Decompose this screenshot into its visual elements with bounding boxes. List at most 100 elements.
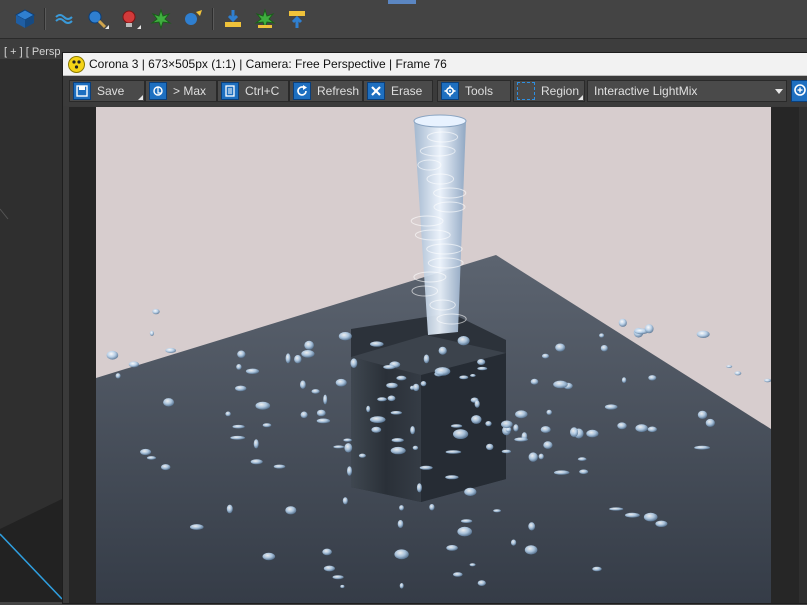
- water-droplet: [235, 385, 247, 392]
- water-droplet: [396, 375, 407, 381]
- save-button[interactable]: Save: [69, 80, 145, 102]
- render-active-icon[interactable]: [180, 6, 206, 32]
- water-droplet: [366, 405, 371, 413]
- water-droplet: [514, 437, 528, 442]
- water-droplet: [128, 361, 140, 368]
- water-droplet: [237, 350, 246, 358]
- refresh-button[interactable]: Refresh: [289, 80, 363, 102]
- tools-button[interactable]: Tools: [437, 80, 511, 102]
- water-droplet: [697, 410, 708, 419]
- viewport-scene: [0, 59, 63, 602]
- water-droplet: [140, 448, 152, 456]
- water-droplet: [524, 545, 538, 555]
- vfb-scrollbar[interactable]: [799, 107, 807, 603]
- water-droplet: [617, 422, 627, 430]
- water-droplet: [471, 415, 482, 424]
- water-droplet: [470, 374, 476, 377]
- water-droplet: [236, 364, 242, 370]
- water-droplet: [386, 382, 398, 389]
- erase-button[interactable]: Erase: [363, 80, 433, 102]
- water-droplet: [230, 435, 246, 440]
- water-droplet: [163, 398, 175, 407]
- water-droplet: [445, 450, 462, 454]
- water-droplet: [369, 416, 386, 423]
- copy-button[interactable]: Ctrl+C: [217, 80, 289, 102]
- water-droplet: [304, 340, 314, 350]
- water-droplet: [161, 464, 171, 471]
- water-droplet: [399, 505, 404, 511]
- water-droplet: [453, 572, 463, 577]
- water-droplet: [429, 504, 435, 511]
- water-droplet: [438, 346, 447, 355]
- water-droplet: [538, 453, 544, 460]
- water-droplet: [300, 411, 308, 419]
- water-droplet: [530, 378, 539, 385]
- water-droplet: [609, 507, 624, 511]
- render-download-icon[interactable]: [220, 6, 246, 32]
- water-droplet: [592, 566, 602, 572]
- toolbar-separator: [212, 8, 214, 30]
- water-droplet: [394, 549, 409, 560]
- water-droplet: [457, 336, 470, 346]
- water-droplet: [347, 466, 352, 476]
- water-droplet: [253, 439, 259, 449]
- lightmix-select[interactable]: Interactive LightMix: [587, 80, 787, 102]
- water-droplet: [577, 457, 587, 461]
- water-droplet: [165, 348, 177, 353]
- water-droplet: [262, 552, 276, 561]
- zoom-in-button[interactable]: [791, 80, 807, 102]
- water-droplet: [390, 446, 406, 455]
- water-droplet: [285, 353, 291, 364]
- water-droplet: [734, 371, 742, 376]
- water-droplet: [445, 475, 459, 480]
- water-droplet: [322, 548, 332, 556]
- wave-icon[interactable]: [52, 6, 78, 32]
- vfb-titlebar[interactable]: Corona 3 | 673×505px (1:1) | Camera: Fre…: [63, 53, 807, 76]
- water-droplet: [501, 420, 513, 429]
- water-droplet: [300, 380, 306, 389]
- water-droplet: [149, 330, 154, 336]
- water-droplet: [350, 358, 358, 368]
- water-droplet: [412, 445, 419, 450]
- water-droplet: [412, 383, 420, 392]
- water-droplet: [338, 332, 352, 341]
- water-droplet: [343, 438, 352, 442]
- water-droplet: [528, 452, 538, 462]
- render-lights-icon[interactable]: [252, 6, 278, 32]
- water-droplet: [323, 565, 335, 572]
- water-droplet: [377, 397, 387, 402]
- water-droplet: [450, 424, 463, 428]
- water-droplet: [648, 375, 657, 381]
- vfb-toolbar: Save > Max Ctrl+C Refresh Erase Tools Re…: [63, 76, 807, 106]
- water-droplet: [358, 453, 366, 458]
- dropdown-corner-icon: [578, 95, 583, 100]
- viewport-label[interactable]: [ + ] [ Persp: [4, 46, 61, 58]
- water-droplet: [190, 524, 204, 530]
- light-bulb-icon[interactable]: [116, 6, 142, 32]
- water-droplet: [434, 367, 451, 376]
- to-max-label: > Max: [173, 84, 207, 98]
- water-droplet: [469, 563, 476, 567]
- water-droplet: [416, 483, 422, 493]
- water-droplet: [546, 409, 552, 415]
- max-logo-icon: [149, 82, 167, 100]
- paint-brush-icon[interactable]: [84, 6, 110, 32]
- water-droplet: [152, 308, 160, 315]
- water-droplet: [460, 519, 473, 523]
- water-droplet: [446, 545, 458, 551]
- water-droplet: [485, 421, 492, 427]
- send-to-max-button[interactable]: > Max: [145, 80, 217, 102]
- refresh-label: Refresh: [317, 84, 360, 98]
- layers-icon[interactable]: [12, 6, 38, 32]
- water-droplet: [397, 520, 404, 528]
- render-area[interactable]: [69, 107, 799, 603]
- render-upload-icon[interactable]: [284, 6, 310, 32]
- corona-vfb-window[interactable]: Corona 3 | 673×505px (1:1) | Camera: Fre…: [62, 52, 807, 604]
- region-button[interactable]: Region: [513, 80, 585, 102]
- water-droplet: [511, 539, 517, 546]
- render-setup-icon[interactable]: [148, 6, 174, 32]
- water-droplet: [459, 375, 469, 380]
- water-droplet: [644, 324, 654, 334]
- water-droplet: [370, 341, 384, 347]
- active-tab-indicator: [388, 0, 416, 4]
